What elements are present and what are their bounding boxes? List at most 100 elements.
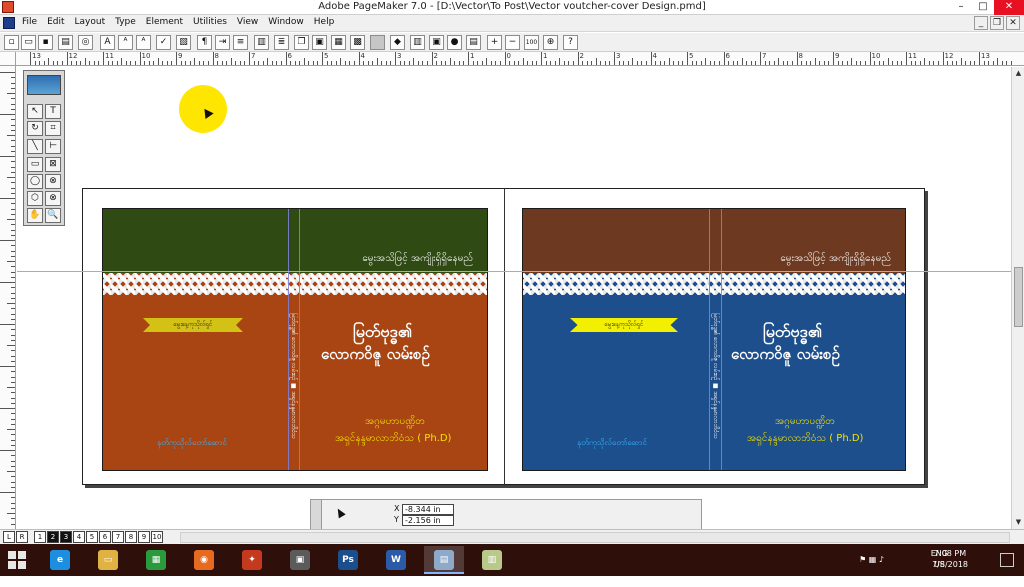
zoom-out-icon[interactable]: − xyxy=(505,35,520,50)
export-icon[interactable]: ▦ xyxy=(331,35,346,50)
columns-icon[interactable]: ▥ xyxy=(254,35,269,50)
color-thumbnail[interactable] xyxy=(27,75,61,95)
image-icon[interactable]: ▩ xyxy=(350,35,365,50)
font-a-icon[interactable]: A xyxy=(100,35,115,50)
doc-minimize-button[interactable]: _ xyxy=(974,16,988,30)
pointer-proxy-icon[interactable] xyxy=(334,506,346,519)
page-icon-2[interactable]: 2 xyxy=(47,531,59,543)
menu-utilities[interactable]: Utilities xyxy=(193,17,227,27)
menu-help[interactable]: Help xyxy=(314,17,335,27)
taskbar-app[interactable]: ▤ xyxy=(424,546,464,574)
color-icon[interactable]: ◆ xyxy=(390,35,405,50)
bullets-icon[interactable]: ≡ xyxy=(233,35,248,50)
palette-grip[interactable] xyxy=(311,500,322,529)
target-icon[interactable]: ⊕ xyxy=(543,35,558,50)
print-icon[interactable]: ▤ xyxy=(58,35,73,50)
taskbar-app[interactable]: e xyxy=(40,546,80,574)
edit-story-icon[interactable]: ▧ xyxy=(176,35,191,50)
stamp-icon[interactable]: ▤ xyxy=(466,35,481,50)
ruler-corner[interactable] xyxy=(0,52,16,66)
cover-design-left[interactable]: မြတ်ဗုဒ္ဓ၏ လောကဝိဇူ လမ်းစဉ် ■ အရှင်နန္ဒမ… xyxy=(102,208,488,471)
page-icon-6[interactable]: 6 xyxy=(99,531,111,543)
ellipse-icon[interactable]: ◯ xyxy=(27,174,43,189)
hand-icon[interactable]: ✋ xyxy=(27,208,43,223)
ellipse-frame-icon[interactable]: ⊗ xyxy=(45,174,61,189)
taskbar-app[interactable]: ◉ xyxy=(184,546,224,574)
zoom-in-icon[interactable]: + xyxy=(487,35,502,50)
taskbar-app[interactable]: ▥ xyxy=(472,546,512,574)
find-icon[interactable]: ◎ xyxy=(78,35,93,50)
rectangle-frame-icon[interactable]: ⊠ xyxy=(45,157,61,172)
help-icon[interactable]: ? xyxy=(563,35,578,50)
x-position-field[interactable]: -8.344 in xyxy=(402,504,454,515)
percent-icon[interactable]: 100 xyxy=(524,35,539,50)
vertical-scrollbar[interactable]: ▲ ▼ xyxy=(1011,67,1024,529)
font-size-down-icon[interactable]: ᴬ xyxy=(136,35,151,50)
page-icon-3[interactable]: 3 xyxy=(60,531,72,543)
globe-icon[interactable]: ▥ xyxy=(410,35,425,50)
start-button[interactable] xyxy=(8,551,26,569)
page-icon-8[interactable]: 8 xyxy=(125,531,137,543)
horizontal-guide[interactable] xyxy=(17,271,1017,272)
doc-restore-button[interactable]: ❐ xyxy=(990,16,1004,30)
scroll-up-icon[interactable]: ▲ xyxy=(1013,68,1024,79)
taskbar-app[interactable]: ▭ xyxy=(88,546,128,574)
rectangle-icon[interactable]: ▭ xyxy=(27,157,43,172)
page-icon-7[interactable]: 7 xyxy=(112,531,124,543)
close-button[interactable]: ✕ xyxy=(994,0,1024,15)
page-spread[interactable]: မြတ်ဗုဒ္ဓ၏ လောကဝိဇူ လမ်းစဉ် ■ အရှင်နန္ဒမ… xyxy=(82,188,925,486)
web-icon[interactable]: ● xyxy=(447,35,462,50)
menu-window[interactable]: Window xyxy=(268,17,304,27)
tray-icons[interactable]: ⚑ ▦ ♪ xyxy=(859,555,884,587)
text-icon[interactable]: T xyxy=(45,104,61,119)
new-icon[interactable]: ▫ xyxy=(4,35,19,50)
polygon-frame-icon[interactable]: ⊗ xyxy=(45,191,61,206)
taskbar-app[interactable]: ▦ xyxy=(136,546,176,574)
menu-type[interactable]: Type xyxy=(115,17,136,27)
document-icon[interactable] xyxy=(3,17,15,29)
page-icon-1[interactable]: 1 xyxy=(34,531,46,543)
taskbar-app[interactable]: W xyxy=(376,546,416,574)
scroll-down-icon[interactable]: ▼ xyxy=(1013,517,1024,528)
taskbar-app[interactable]: ✦ xyxy=(232,546,272,574)
notifications-icon[interactable] xyxy=(1000,553,1014,567)
polygon-icon[interactable]: ⬡ xyxy=(27,191,43,206)
page-icon-left-master[interactable]: L xyxy=(3,531,15,543)
copy-icon[interactable]: ❐ xyxy=(294,35,309,50)
rotate-icon[interactable]: ↻ xyxy=(27,121,43,136)
page-icon-right-master[interactable]: R xyxy=(16,531,28,543)
menu-edit[interactable]: Edit xyxy=(47,17,64,27)
taskbar-app[interactable]: Ps xyxy=(328,546,368,574)
page-icon-9[interactable]: 9 xyxy=(138,531,150,543)
cover-design-right[interactable]: မြတ်ဗုဒ္ဓ၏ လောကဝိဇူ လမ်းစဉ် ■ အရှင်နန္ဒမ… xyxy=(522,208,906,471)
crop-icon[interactable]: ⌗ xyxy=(45,121,61,136)
indent-icon[interactable]: ⇥ xyxy=(215,35,230,50)
taskbar-app[interactable]: ▣ xyxy=(280,546,320,574)
crop-toolbar-icon[interactable] xyxy=(370,35,385,50)
place-icon[interactable]: ≣ xyxy=(274,35,289,50)
page-icon-10[interactable]: 10 xyxy=(151,531,163,543)
menu-layout[interactable]: Layout xyxy=(75,17,106,27)
save-icon[interactable]: ▪ xyxy=(38,35,53,50)
y-position-field[interactable]: -2.156 in xyxy=(402,515,454,526)
line-icon[interactable]: ╲ xyxy=(27,139,43,154)
page-icon-4[interactable]: 4 xyxy=(73,531,85,543)
frame-icon[interactable]: ▣ xyxy=(429,35,444,50)
maximize-button[interactable]: □ xyxy=(972,0,994,15)
menu-view[interactable]: View xyxy=(237,17,258,27)
open-icon[interactable]: ▭ xyxy=(21,35,36,50)
minimize-button[interactable]: – xyxy=(950,0,972,15)
system-clock[interactable]: 7:08 PM 7/8/2018 xyxy=(932,548,968,570)
doc-close-button[interactable]: ✕ xyxy=(1006,16,1020,30)
constrained-line-icon[interactable]: ⊢ xyxy=(45,139,61,154)
horizontal-ruler[interactable]: 13 12 11 10 9 8 7 6 5 4 3 2 1 0 1 2 3 4 5 6 7 8 9 10 11 12 13 xyxy=(16,52,1024,66)
vertical-ruler[interactable] xyxy=(0,66,16,530)
spell-check-icon[interactable]: ✓ xyxy=(156,35,171,50)
font-size-up-icon[interactable]: ᴬ xyxy=(118,35,133,50)
menu-file[interactable]: File xyxy=(22,17,37,27)
horizontal-scrollbar[interactable] xyxy=(180,532,1010,543)
paragraph-icon[interactable]: ¶ xyxy=(197,35,212,50)
import-icon[interactable]: ▣ xyxy=(312,35,327,50)
page-icon-5[interactable]: 5 xyxy=(86,531,98,543)
zoom-icon[interactable]: 🔍 xyxy=(45,208,61,223)
